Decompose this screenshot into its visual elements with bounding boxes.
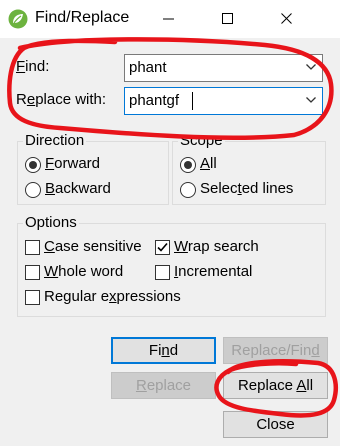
- scope-all-label[interactable]: All: [200, 155, 217, 172]
- wrap-search-label[interactable]: Wrap search: [174, 238, 259, 255]
- spring-leaf-icon: [8, 9, 28, 29]
- find-input[interactable]: [129, 57, 289, 77]
- find-combo[interactable]: [124, 54, 323, 82]
- chevron-down-icon: [306, 97, 316, 103]
- backward-label[interactable]: Backward: [45, 180, 111, 197]
- regex-label[interactable]: Regular expressions: [44, 288, 181, 305]
- replace-find-button[interactable]: Replace/Find: [223, 337, 328, 364]
- find-button[interactable]: Find: [111, 337, 216, 364]
- close-window-button[interactable]: [264, 0, 310, 38]
- maximize-button[interactable]: [205, 0, 251, 38]
- close-button[interactable]: Close: [223, 411, 328, 438]
- maximize-icon: [222, 13, 233, 24]
- replace-label: Replace with:: [16, 91, 107, 108]
- scope-all-radio[interactable]: [180, 157, 196, 173]
- replace-all-button[interactable]: Replace All: [223, 372, 328, 399]
- replace-input[interactable]: [129, 90, 289, 110]
- incremental-label[interactable]: Incremental: [174, 263, 252, 280]
- scope-title: Scope: [178, 132, 225, 149]
- incremental-checkbox[interactable]: [155, 265, 170, 280]
- minimize-icon: [163, 18, 174, 20]
- title-bar[interactable]: Find/Replace: [0, 0, 340, 38]
- close-icon: [281, 13, 292, 24]
- minimize-button[interactable]: [146, 0, 192, 38]
- backward-radio[interactable]: [25, 182, 41, 198]
- text-caret: [192, 92, 193, 110]
- options-title: Options: [23, 214, 79, 231]
- checkmark-icon: [157, 242, 168, 252]
- find-replace-dialog: Find/Replace Find: Replace with: Directi…: [0, 0, 340, 446]
- case-sensitive-label[interactable]: Case sensitive: [44, 238, 142, 255]
- find-label: Find:: [16, 58, 50, 75]
- forward-radio[interactable]: [25, 157, 41, 173]
- case-sensitive-checkbox[interactable]: [25, 240, 40, 255]
- regex-checkbox[interactable]: [25, 290, 40, 305]
- wrap-search-checkbox[interactable]: [155, 240, 170, 255]
- replace-button[interactable]: Replace: [111, 372, 216, 399]
- replace-combo[interactable]: [124, 87, 323, 115]
- whole-word-checkbox[interactable]: [25, 265, 40, 280]
- forward-label[interactable]: Forward: [45, 155, 100, 172]
- selected-lines-label[interactable]: Selected lines: [200, 180, 293, 197]
- chevron-down-icon: [306, 64, 316, 70]
- direction-title: Direction: [23, 132, 87, 149]
- replace-dropdown-button[interactable]: [300, 88, 322, 114]
- whole-word-label[interactable]: Whole word: [44, 263, 123, 280]
- window-title: Find/Replace: [35, 9, 130, 26]
- selected-lines-radio[interactable]: [180, 182, 196, 198]
- find-dropdown-button[interactable]: [300, 55, 322, 81]
